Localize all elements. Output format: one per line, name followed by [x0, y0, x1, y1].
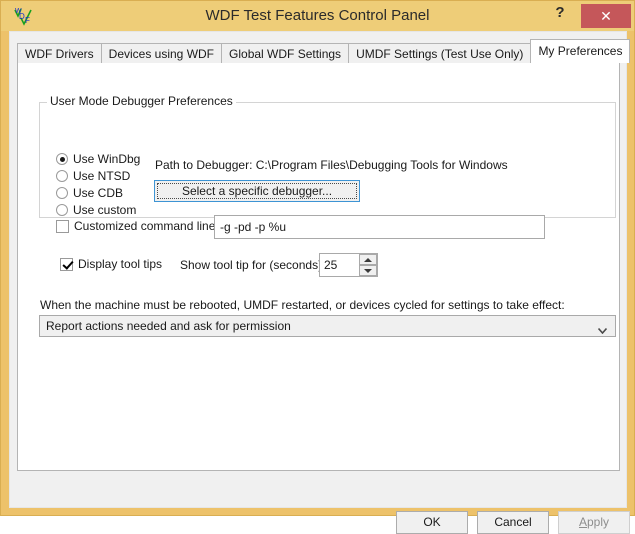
- apply-label: pply: [587, 515, 609, 529]
- apply-button[interactable]: Apply: [558, 511, 630, 534]
- tab-strip: WDF Drivers Devices using WDF Global WDF…: [17, 39, 629, 63]
- help-button[interactable]: ?: [546, 1, 574, 27]
- tool-tip-duration-label: Show tool tip for (seconds): [180, 258, 322, 272]
- radio-use-windbg[interactable]: Use WinDbg: [56, 152, 140, 166]
- cancel-button[interactable]: Cancel: [477, 511, 549, 534]
- chevron-down-icon: [598, 323, 607, 329]
- radio-indicator: [56, 170, 68, 182]
- tab-my-preferences[interactable]: My Preferences: [530, 39, 630, 63]
- reboot-policy-value: Report actions needed and ask for permis…: [46, 316, 291, 336]
- path-to-debugger-label: Path to Debugger: C:\Program Files\Debug…: [155, 158, 508, 172]
- select-debugger-label: Select a specific debugger...: [182, 184, 332, 198]
- apply-label-accel: A: [579, 515, 587, 529]
- dialog-body: WDF Drivers Devices using WDF Global WDF…: [9, 31, 627, 508]
- title-bar: W D F WDF Test Features Control Panel ? …: [1, 1, 634, 31]
- spinner-down-icon[interactable]: [359, 265, 377, 276]
- radio-label: Use CDB: [73, 186, 123, 200]
- radio-label: Use custom: [73, 203, 136, 217]
- tab-devices-using-wdf[interactable]: Devices using WDF: [101, 43, 222, 63]
- tab-wdf-drivers[interactable]: WDF Drivers: [17, 43, 102, 63]
- checkbox-indicator: [56, 220, 69, 233]
- spinner-up-icon[interactable]: [359, 254, 377, 265]
- ok-button[interactable]: OK: [396, 511, 468, 534]
- ok-label: OK: [423, 515, 440, 529]
- tab-global-wdf-settings[interactable]: Global WDF Settings: [221, 43, 349, 63]
- groupbox-title: User Mode Debugger Preferences: [47, 94, 236, 108]
- close-icon[interactable]: ✕: [581, 4, 631, 28]
- tab-panel-my-preferences: User Mode Debugger Preferences Use WinDb…: [17, 62, 620, 471]
- radio-indicator: [56, 204, 68, 216]
- checkbox-display-tool-tips[interactable]: Display tool tips: [60, 257, 162, 271]
- checkbox-label: Display tool tips: [78, 257, 162, 271]
- reboot-policy-label: When the machine must be rebooted, UMDF …: [40, 298, 565, 312]
- customized-command-line-input[interactable]: [214, 215, 545, 239]
- tool-tip-duration-input[interactable]: [324, 254, 358, 276]
- radio-indicator: [56, 187, 68, 199]
- radio-label: Use WinDbg: [73, 152, 140, 166]
- reboot-policy-combobox[interactable]: Report actions needed and ask for permis…: [39, 315, 616, 337]
- tab-umdf-settings[interactable]: UMDF Settings (Test Use Only): [348, 43, 531, 63]
- checkbox-customized-command-line[interactable]: Customized command line: [56, 219, 215, 233]
- select-debugger-button[interactable]: Select a specific debugger...: [154, 180, 360, 202]
- tool-tip-duration-spinner[interactable]: [319, 253, 378, 277]
- cancel-label: Cancel: [494, 515, 531, 529]
- radio-use-custom[interactable]: Use custom: [56, 203, 136, 217]
- window-title: WDF Test Features Control Panel: [1, 1, 634, 31]
- radio-indicator: [56, 153, 68, 165]
- radio-use-ntsd[interactable]: Use NTSD: [56, 169, 130, 183]
- checkbox-indicator: [60, 258, 73, 271]
- checkbox-label: Customized command line: [74, 219, 215, 233]
- radio-label: Use NTSD: [73, 169, 130, 183]
- radio-use-cdb[interactable]: Use CDB: [56, 186, 123, 200]
- application-window: W D F WDF Test Features Control Panel ? …: [0, 0, 635, 516]
